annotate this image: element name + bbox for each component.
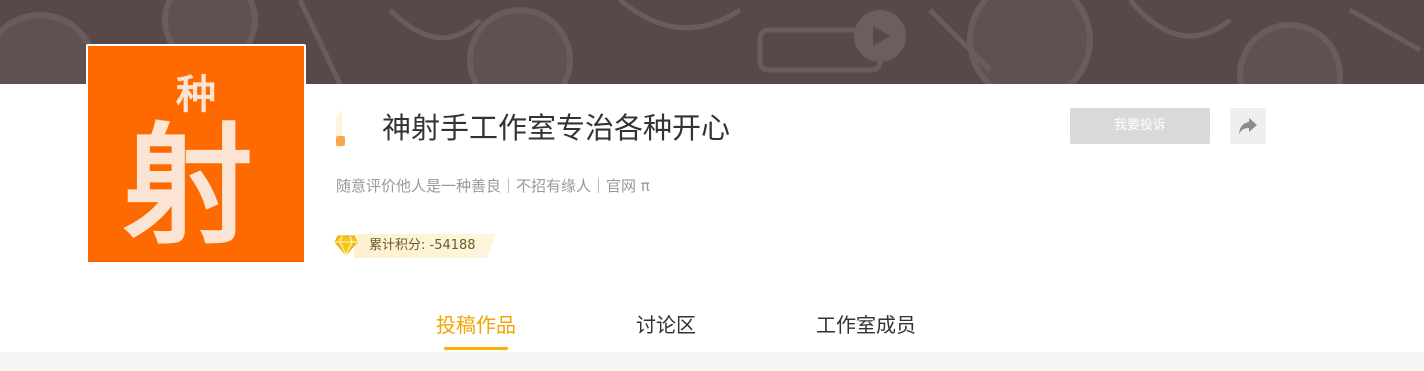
active-tab-indicator — [444, 347, 508, 350]
score-text: 累计积分: -54188 — [369, 238, 476, 253]
avatar-glyph-main: 射 — [123, 109, 253, 262]
tab-submissions[interactable]: 投稿作品 — [436, 312, 516, 338]
score-badge: 累计积分: -54188 — [334, 232, 514, 260]
diamond-icon — [334, 235, 358, 256]
avatar-calligraphy-image: 种 射 — [88, 46, 304, 262]
share-button[interactable] — [1230, 108, 1266, 144]
content-area-top — [0, 352, 1424, 371]
tab-bar: 投稿作品 讨论区 工作室成员 — [0, 300, 1424, 352]
studio-avatar[interactable]: 种 射 — [86, 44, 306, 264]
tab-members[interactable]: 工作室成员 — [816, 312, 916, 338]
studio-badge-icon — [336, 110, 374, 148]
report-button[interactable]: 我要投诉 — [1070, 108, 1210, 144]
studio-name: 神射手工作室专治各种开心 — [382, 111, 731, 145]
tab-discussion[interactable]: 讨论区 — [636, 312, 696, 338]
share-arrow-icon — [1239, 118, 1257, 134]
studio-description: 随意评价他人是一种善良｜不招有缘人｜官网 π — [336, 177, 650, 195]
